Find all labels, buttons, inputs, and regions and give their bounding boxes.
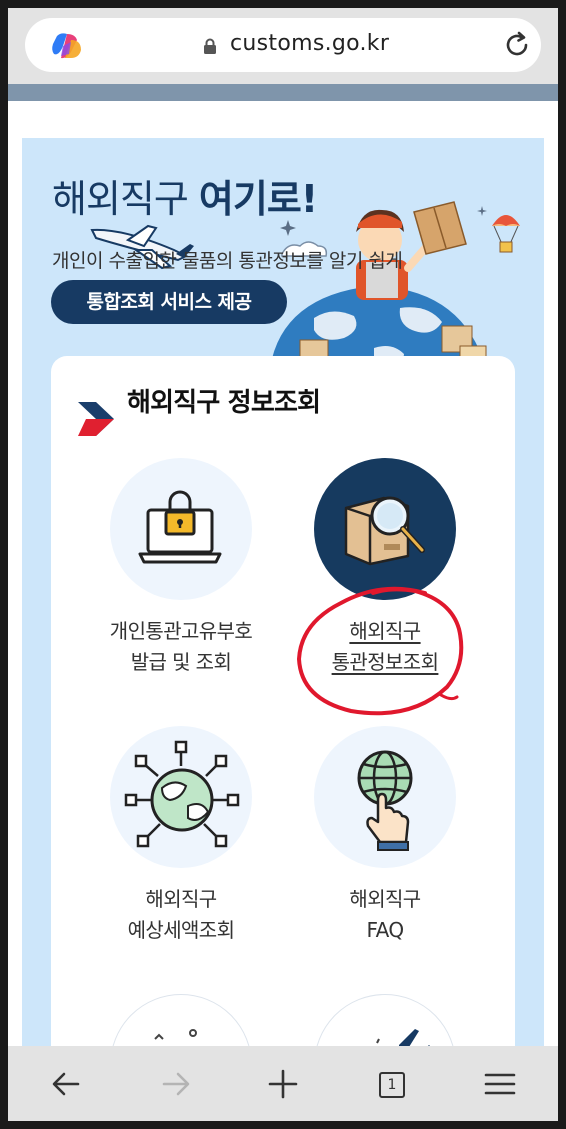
service-label-line1[interactable]: 개인통관고유부호 [81, 616, 281, 647]
address-bar[interactable]: customs.go.kr [25, 18, 541, 72]
globe-network-icon [124, 740, 240, 848]
service-label[interactable]: 해외직구 예상세액조회 [81, 884, 281, 946]
service-label[interactable]: 개인통관고유부호 발급 및 조회 [81, 616, 281, 678]
globe-hand-icon [357, 750, 413, 851]
service-label-line2[interactable]: FAQ [285, 915, 485, 946]
parachute-box-icon [492, 215, 520, 253]
lock-icon [204, 38, 216, 54]
chevron-logo-icon [78, 402, 114, 436]
tab-count[interactable]: 1 [379, 1072, 405, 1098]
phone-screen: customs.go.kr 해외직구 여기로! 개인이 수출입한 물품의 통관정… [8, 8, 558, 1121]
service-tax-estimate[interactable]: 해외직구 예상세액조회 [81, 726, 281, 946]
back-arrow-icon[interactable] [46, 1064, 86, 1104]
card-title: 해외직구 정보조회 [127, 388, 321, 418]
box-magnifier-icon [344, 496, 425, 566]
service-clearance-info[interactable]: 해외직구 통관정보조회 [285, 458, 485, 678]
service-circle[interactable] [110, 458, 252, 600]
overseas-purchase-banner: 해외직구 여기로! 개인이 수출입한 물품의 통관정보를 알기 쉽게 통합조회 … [22, 138, 544, 1121]
service-faq[interactable]: 해외직구 FAQ [285, 726, 485, 946]
new-tab-plus-icon[interactable] [263, 1064, 303, 1104]
tabs-button[interactable]: 1 [371, 1064, 411, 1104]
reload-icon[interactable] [502, 30, 532, 60]
forward-arrow-icon[interactable] [156, 1064, 196, 1104]
menu-hamburger-icon[interactable] [480, 1064, 520, 1104]
service-circle[interactable] [314, 458, 456, 600]
service-label[interactable]: 해외직구 통관정보조회 [285, 616, 485, 678]
service-circle[interactable] [110, 726, 252, 868]
service-label-line2[interactable]: 통관정보조회 [285, 647, 485, 678]
service-label-line2[interactable]: 발급 및 조회 [81, 647, 281, 678]
laptop-lock-icon [138, 490, 222, 564]
browser-bottom-bar: 1 [8, 1046, 558, 1121]
browser-top-bar: customs.go.kr [8, 8, 558, 84]
service-label-line1[interactable]: 해외직구 [81, 884, 281, 915]
info-lookup-card: 해외직구 정보조회 개인통관고유부호 발급 및 조회 해외직구 통관정보조회 해… [51, 356, 515, 1121]
url-text[interactable]: customs.go.kr [230, 31, 389, 56]
integrated-search-pill[interactable]: 통합조회 서비스 제공 [51, 280, 287, 324]
service-label[interactable]: 해외직구 FAQ [285, 884, 485, 946]
copilot-icon[interactable] [51, 32, 83, 60]
service-label-line2[interactable]: 예상세액조회 [81, 915, 281, 946]
service-customs-code[interactable]: 개인통관고유부호 발급 및 조회 [81, 458, 281, 678]
site-header-strip [8, 84, 558, 101]
service-label-line1[interactable]: 해외직구 [285, 884, 485, 915]
service-circle[interactable] [314, 726, 456, 868]
service-label-line1[interactable]: 해외직구 [285, 616, 485, 647]
banner-subline: 개인이 수출입한 물품의 통관정보를 알기 쉽게 [52, 250, 403, 272]
